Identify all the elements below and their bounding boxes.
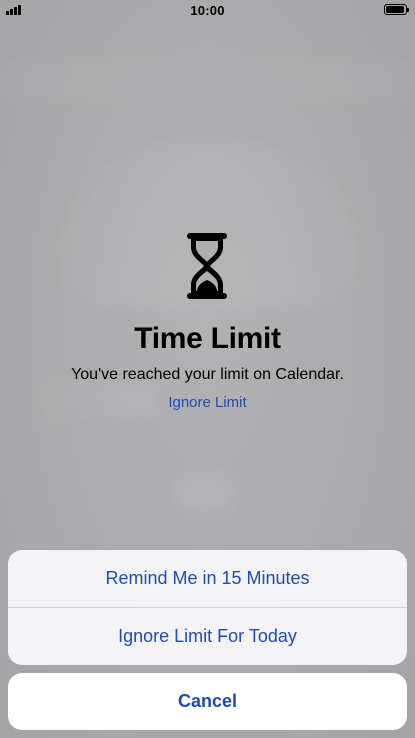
ignore-limit-link[interactable]: Ignore Limit: [140, 394, 275, 411]
alert-message: You've reached your limit on Calendar.: [71, 366, 344, 383]
background-blur-shape: [170, 470, 240, 520]
battery-full-icon: [384, 4, 409, 15]
background-blur-shape: [0, 60, 415, 100]
ignore-limit-for-today-button[interactable]: Ignore Limit For Today: [8, 608, 407, 665]
status-time: 10:00: [190, 3, 225, 18]
status-bar: 10:00: [0, 0, 415, 20]
action-sheet-options: Remind Me in 15 Minutes Ignore Limit For…: [8, 550, 407, 665]
cancel-button[interactable]: Cancel: [8, 673, 407, 730]
remind-in-15-minutes-button[interactable]: Remind Me in 15 Minutes: [8, 550, 407, 607]
screen-time-overlay: 10:00 Time Limit You've reached your lim…: [0, 0, 415, 738]
hourglass-icon: [187, 233, 227, 299]
alert-title: Time Limit: [134, 322, 281, 355]
